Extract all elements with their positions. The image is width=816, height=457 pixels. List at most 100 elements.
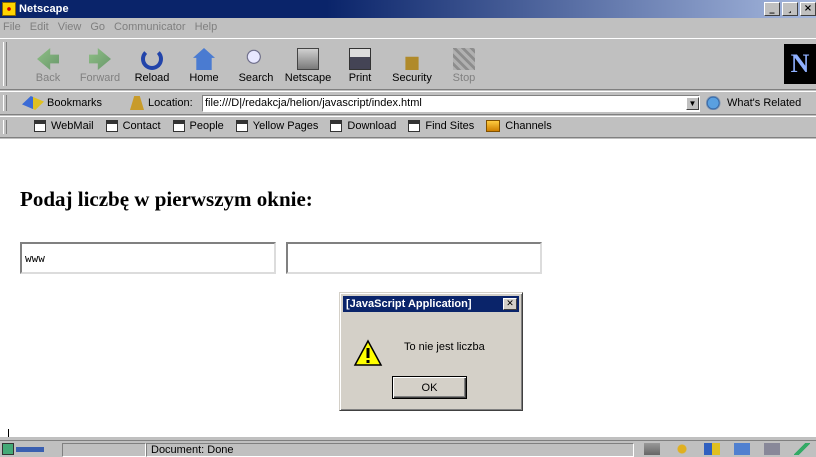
dialog-message: To nie jest liczba — [404, 341, 485, 353]
security-button[interactable]: Security — [386, 42, 438, 86]
personal-item-download[interactable]: Download — [330, 120, 396, 132]
personal-item-label: Download — [347, 120, 397, 132]
navigation-toolbar: Back Forward Reload Home Search Netscape… — [0, 38, 816, 90]
reload-label: Reload — [134, 72, 170, 84]
netscape-app-icon — [2, 2, 16, 16]
toolbar-grip[interactable] — [3, 95, 7, 111]
page-proxy-icon[interactable] — [130, 96, 144, 110]
progress-bar — [62, 443, 146, 457]
personal-item-label: Channels — [505, 120, 552, 132]
menu-view[interactable]: View — [58, 21, 82, 33]
print-button[interactable]: Print — [334, 42, 386, 86]
home-button[interactable]: Home — [178, 42, 230, 86]
bookmark-page-icon — [330, 120, 343, 132]
connection-status-icon — [16, 447, 44, 452]
personal-item-label: Yellow Pages — [252, 120, 319, 132]
personal-item-yellow-pages[interactable]: Yellow Pages — [235, 120, 319, 132]
security-label: Security — [392, 72, 432, 84]
bookmark-page-icon — [235, 120, 248, 132]
ok-button[interactable]: OK — [392, 376, 467, 399]
dialog-titlebar[interactable]: [JavaScript Application] ✕ — [343, 296, 519, 312]
netscape-logo[interactable]: N — [784, 44, 816, 84]
warning-icon — [353, 339, 383, 367]
netscape-icon — [297, 48, 319, 70]
menu-communicator[interactable]: Communicator — [114, 21, 186, 33]
bookmark-page-icon — [408, 120, 421, 132]
dialog-title: [JavaScript Application] — [346, 298, 472, 310]
home-icon — [193, 48, 215, 70]
status-text: Document: Done — [146, 443, 634, 457]
url-input[interactable]: file:///D|/redakcja/helion/javascript/in… — [202, 95, 700, 112]
status-bar: Document: Done — [0, 440, 816, 457]
print-label: Print — [348, 72, 372, 84]
security-status-icon[interactable] — [2, 443, 14, 455]
close-button[interactable]: × — [800, 2, 816, 16]
forward-button[interactable]: Forward — [74, 42, 126, 86]
component-bar — [644, 443, 810, 455]
bookmark-page-icon — [105, 120, 118, 132]
navigator-icon[interactable] — [674, 443, 690, 455]
search-button[interactable]: Search — [230, 42, 282, 86]
stop-label: Stop — [452, 72, 476, 84]
whats-related-label: What's Related — [727, 97, 802, 109]
location-toolbar: Bookmarks Location: file:///D|/redakcja/… — [0, 91, 816, 115]
location-label: Location: — [148, 97, 193, 109]
bookmark-page-icon — [34, 120, 46, 132]
back-button[interactable]: Back — [22, 42, 74, 86]
personal-item-webmail[interactable]: WebMail — [34, 120, 94, 132]
menu-edit[interactable]: Edit — [30, 21, 49, 33]
whats-related-button[interactable]: What's Related — [706, 96, 801, 110]
first-number-input[interactable]: www — [20, 242, 276, 274]
window-controls: _ ¸ × — [764, 2, 816, 16]
page-heading: Podaj liczbę w pierwszym oknie: — [20, 187, 313, 211]
menu-file[interactable]: File — [3, 21, 21, 33]
personal-item-label: Find Sites — [425, 120, 475, 132]
bookmarks-button[interactable]: Bookmarks — [22, 96, 102, 110]
bookmarks-label: Bookmarks — [47, 97, 103, 109]
mail-icon[interactable] — [704, 443, 720, 455]
bookmarks-icon — [22, 96, 44, 110]
composer-icon[interactable] — [764, 443, 780, 455]
personal-item-people[interactable]: People — [172, 120, 224, 132]
chevron-down-icon: ▼ — [688, 99, 697, 108]
edit-icon[interactable] — [794, 443, 810, 455]
printer-icon — [349, 48, 371, 70]
personal-item-label: WebMail — [51, 120, 94, 132]
home-label: Home — [189, 72, 219, 84]
channels-folder-icon — [486, 120, 501, 132]
lock-icon — [405, 56, 419, 70]
menu-go[interactable]: Go — [90, 21, 105, 33]
toolbar-grip[interactable] — [3, 120, 7, 134]
netscape-button[interactable]: Netscape — [282, 42, 334, 86]
stop-button[interactable]: Stop — [438, 42, 490, 86]
menu-help[interactable]: Help — [195, 21, 218, 33]
content-edge — [8, 429, 9, 437]
component-grip-icon[interactable] — [644, 443, 660, 455]
url-dropdown-button[interactable]: ▼ — [686, 97, 699, 110]
menu-bar: File Edit View Go Communicator Help — [0, 18, 816, 36]
location-label-group: Location: — [130, 96, 193, 110]
forward-arrow-icon — [89, 48, 111, 70]
toolbar-grip[interactable] — [3, 42, 7, 86]
personal-item-label: Contact — [122, 120, 161, 132]
personal-toolbar: WebMail Contact People Yellow Pages Down… — [0, 116, 816, 138]
personal-item-channels[interactable]: Channels — [486, 120, 552, 132]
maximize-button[interactable]: ¸ — [782, 2, 798, 16]
personal-item-find-sites[interactable]: Find Sites — [408, 120, 474, 132]
personal-item-label: People — [189, 120, 224, 132]
back-label: Back — [35, 72, 61, 84]
discussions-icon[interactable] — [734, 443, 750, 455]
second-number-input[interactable] — [286, 242, 542, 274]
back-arrow-icon — [37, 48, 59, 70]
whats-related-icon — [706, 96, 724, 110]
minimize-button[interactable]: _ — [764, 2, 780, 16]
forward-label: Forward — [79, 72, 121, 84]
search-icon — [245, 48, 267, 70]
window-titlebar[interactable]: Netscape _ ¸ × — [0, 0, 816, 18]
personal-item-contact[interactable]: Contact — [105, 120, 161, 132]
dialog-close-button[interactable]: ✕ — [503, 298, 517, 310]
reload-button[interactable]: Reload — [126, 42, 178, 86]
bookmark-page-icon — [172, 120, 185, 132]
alert-dialog: [JavaScript Application] ✕ To nie jest l… — [339, 292, 523, 411]
stop-icon — [453, 48, 475, 70]
